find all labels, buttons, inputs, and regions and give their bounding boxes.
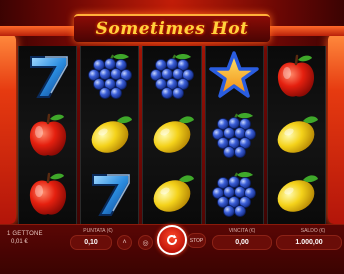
reel-cell <box>206 46 263 105</box>
reel-cell <box>268 165 325 224</box>
reel-3 <box>142 46 202 224</box>
reel-5 <box>266 46 326 224</box>
apple-icon <box>278 54 315 97</box>
spin-icon <box>167 234 177 245</box>
reel-cell <box>268 105 325 164</box>
reel-cell <box>143 105 200 164</box>
chevron-up-icon: ˄ <box>122 239 127 246</box>
balance-value: 1.000,00 <box>295 239 323 246</box>
apple-icon <box>29 113 66 156</box>
win-value: 0,00 <box>235 239 249 246</box>
grapes-icon <box>150 53 194 99</box>
left-decoration <box>0 34 16 224</box>
stop-button[interactable]: STOP <box>187 233 206 248</box>
reel-cell <box>143 165 200 224</box>
reel-cell <box>19 105 76 164</box>
reel-cell <box>81 105 138 164</box>
title-ribbon-right <box>264 26 344 36</box>
seven-icon <box>29 55 68 98</box>
reel-cell <box>206 105 263 164</box>
reel-cell <box>206 165 263 224</box>
reel-cell <box>143 46 200 105</box>
grapes-icon <box>87 53 132 99</box>
slot-game-screen: Sometimes Hot 1 GETTONE 0,01 € PUNTATA (… <box>0 0 344 274</box>
reel-2 <box>80 46 140 224</box>
bet-field: 0,10 <box>70 235 112 250</box>
reel-cell <box>19 46 76 105</box>
reel-1 <box>18 46 78 224</box>
coin-value[interactable]: 0,01 € <box>11 239 28 245</box>
bet-label: PUNTATA (€) <box>83 228 113 234</box>
reel-cell <box>268 46 325 105</box>
game-title: Sometimes Hot <box>95 19 249 39</box>
control-bar: 1 GETTONE 0,01 € PUNTATA (€) 0,10 ˄ ◎ ST… <box>0 224 344 274</box>
lemon-icon <box>278 175 319 213</box>
autoplay-button[interactable]: ◎ <box>138 235 153 250</box>
lemon-icon <box>91 116 132 153</box>
bet-options-button[interactable]: ˄ <box>117 235 132 250</box>
title-ribbon-left <box>0 26 80 36</box>
lemon-icon <box>278 116 319 153</box>
reel-cell <box>19 165 76 224</box>
seven-icon <box>91 174 130 217</box>
grapes-icon <box>212 112 257 158</box>
lemon-icon <box>153 116 194 153</box>
star-icon <box>209 50 259 98</box>
reel-4 <box>204 46 264 224</box>
reel-cell <box>81 165 138 224</box>
balance-field: 1.000,00 <box>276 235 342 250</box>
win-label: VINCITA (€) <box>228 228 256 234</box>
right-decoration <box>328 34 344 224</box>
apple-icon <box>29 173 66 215</box>
autoplay-icon: ◎ <box>142 239 149 247</box>
win-field: 0,00 <box>212 235 272 250</box>
reel-grid <box>18 46 326 224</box>
grapes-icon <box>212 172 257 218</box>
bet-value: 0,10 <box>84 239 98 246</box>
reel-cell <box>81 46 138 105</box>
balance-label: SALDO (€) <box>300 228 326 234</box>
spin-button[interactable] <box>157 225 187 255</box>
coin-label: 1 GETTONE <box>7 231 43 237</box>
lemon-icon <box>153 175 194 213</box>
